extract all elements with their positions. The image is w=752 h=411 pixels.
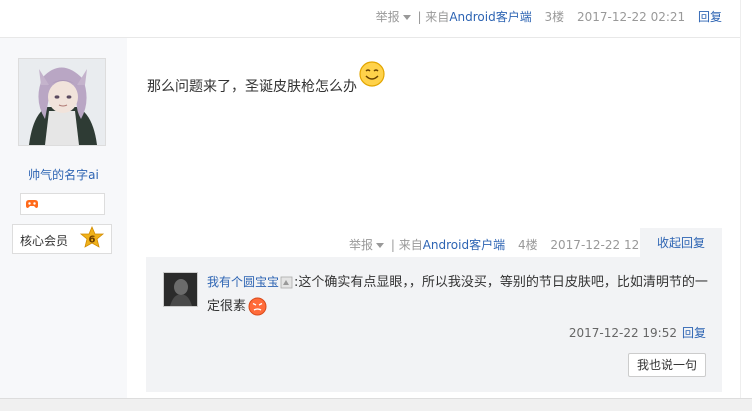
angry-emoji-icon xyxy=(248,297,267,316)
reply-reply-link[interactable]: 回复 xyxy=(682,326,706,340)
post-header-bar: 举报 | 来自Android客户端 3楼 2017-12-22 02:21 回复 xyxy=(0,0,740,38)
page-right-edge xyxy=(740,0,752,410)
dropdown-caret-icon xyxy=(376,243,385,248)
source-prefix-4: | 来自 xyxy=(390,238,423,252)
reply-meta: 2017-12-22 19:52 回复 xyxy=(569,324,706,341)
reply-avatar[interactable] xyxy=(163,272,198,307)
source-prefix: | 来自 xyxy=(417,10,450,24)
source-link[interactable]: Android客户端 xyxy=(449,10,531,24)
game-controller-icon xyxy=(26,200,38,208)
level-star-icon: 6 xyxy=(79,226,105,248)
reply-link[interactable]: 回复 xyxy=(698,10,722,24)
source-link-4[interactable]: Android客户端 xyxy=(423,238,505,252)
smiley-emoji-icon xyxy=(359,61,385,87)
post-meta: 举报 | 来自Android客户端 3楼 2017-12-22 02:21 回复 xyxy=(376,8,722,25)
say-something-button[interactable]: 我也说一句 xyxy=(628,353,706,377)
floor-number-4: 4楼 xyxy=(517,238,538,252)
report-dropdown[interactable]: 举报 xyxy=(376,10,414,24)
badge-row xyxy=(20,193,105,215)
post-time: 2017-12-22 02:21 xyxy=(577,10,686,24)
level-number: 6 xyxy=(89,235,96,246)
post-meta-4: 举报 | 来自Android客户端 4楼 2017-12-22 12:40 xyxy=(349,236,659,253)
reply-section: 我有个圆宝宝:这个确实有点显眼，，所以我没买，等别的节日皮肤吧，比如清明节的一定… xyxy=(146,257,722,392)
report-dropdown-4[interactable]: 举报 xyxy=(349,238,387,252)
member-badge[interactable]: 核心会员 6 xyxy=(12,224,112,254)
dropdown-caret-icon xyxy=(402,15,411,20)
reply-comment: 我有个圆宝宝:这个确实有点显眼，，所以我没买，等别的节日皮肤吧，比如清明节的一定… xyxy=(207,270,712,319)
username-link[interactable]: 帅气的名字ai xyxy=(0,166,127,183)
reply-username-link[interactable]: 我有个圆宝宝 xyxy=(207,275,279,289)
member-label: 核心会员 xyxy=(20,234,69,248)
floor-number: 3楼 xyxy=(544,10,565,24)
user-badge-icon xyxy=(280,276,293,289)
horizontal-scrollbar[interactable] xyxy=(0,398,752,411)
author-sidebar: 帅气的名字ai 核心会员 6 xyxy=(0,38,127,410)
post-text: 那么问题来了，圣诞皮肤枪怎么办 xyxy=(147,76,357,96)
reply-time: 2017-12-22 19:52 xyxy=(568,326,677,340)
avatar[interactable] xyxy=(18,58,106,146)
post-body: 那么问题来了，圣诞皮肤枪怎么办 xyxy=(147,79,357,95)
collapse-replies-tab[interactable]: 收起回复 xyxy=(640,228,722,257)
